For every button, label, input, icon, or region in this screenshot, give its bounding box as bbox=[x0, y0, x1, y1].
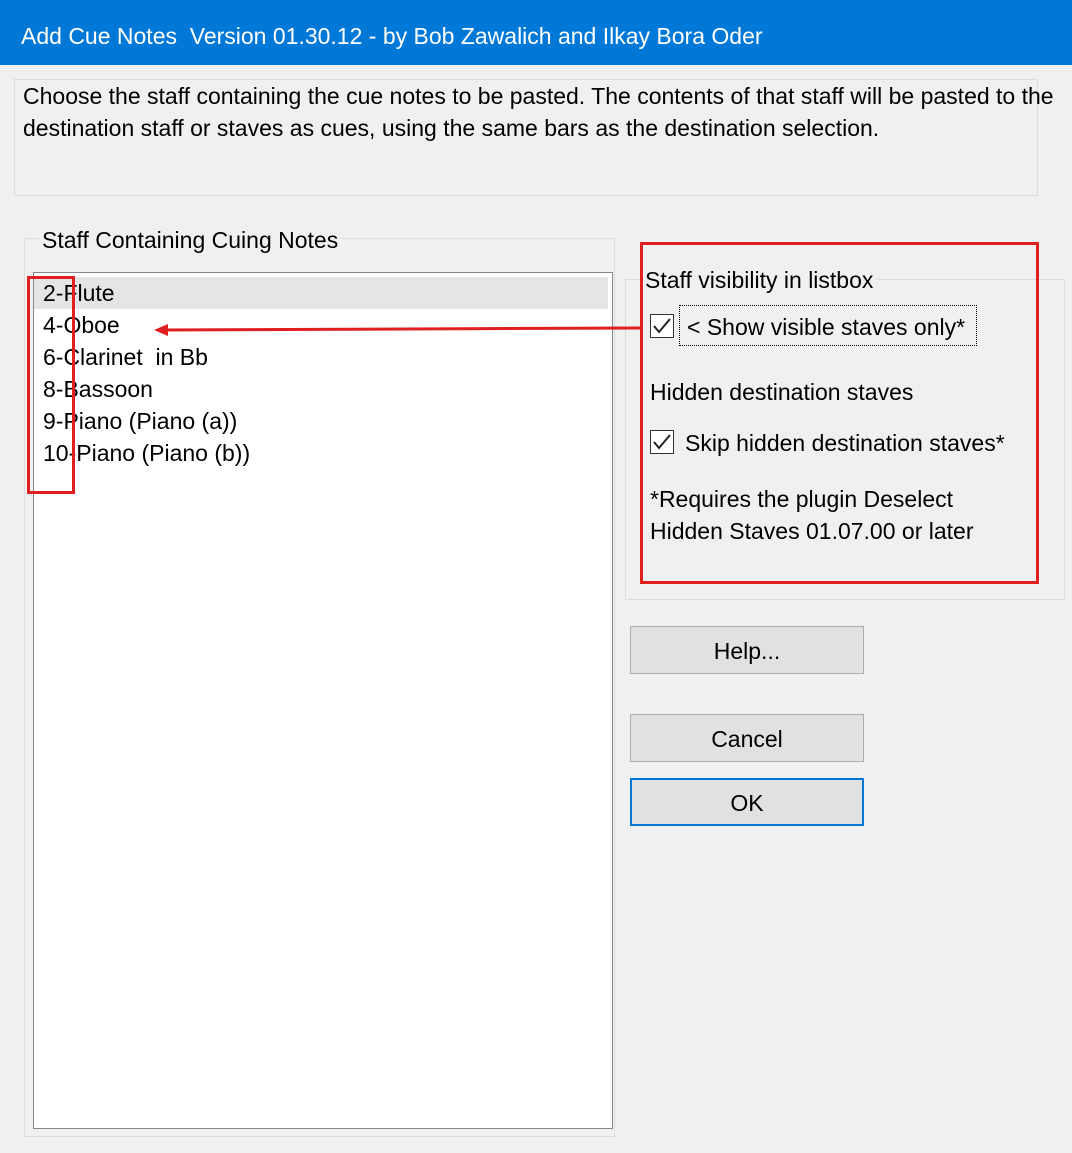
list-item[interactable]: 6-Clarinet in Bb bbox=[34, 341, 608, 373]
annotation-arrow bbox=[154, 324, 643, 336]
list-item[interactable]: 8-Bassoon bbox=[34, 373, 608, 405]
cancel-button[interactable]: Cancel bbox=[630, 714, 864, 762]
list-item[interactable]: 2-Flute bbox=[34, 277, 608, 309]
annotation-box-list-prefix bbox=[27, 276, 75, 494]
list-item[interactable]: 9-Piano (Piano (a)) bbox=[34, 405, 608, 437]
window-title: Add Cue Notes Version 01.30.12 - by Bob … bbox=[0, 0, 1072, 65]
ok-button[interactable]: OK bbox=[630, 778, 864, 826]
list-item[interactable]: 10-Piano (Piano (b)) bbox=[34, 437, 608, 469]
description-text: Choose the staff containing the cue note… bbox=[23, 83, 1054, 141]
annotation-box-visibility-options bbox=[640, 242, 1039, 584]
staff-listbox[interactable]: 2-Flute 4-Oboe 6-Clarinet in Bb 8-Bassoo… bbox=[33, 272, 613, 1129]
staff-group-label: Staff Containing Cuing Notes bbox=[39, 226, 342, 254]
help-button[interactable]: Help... bbox=[630, 626, 864, 674]
